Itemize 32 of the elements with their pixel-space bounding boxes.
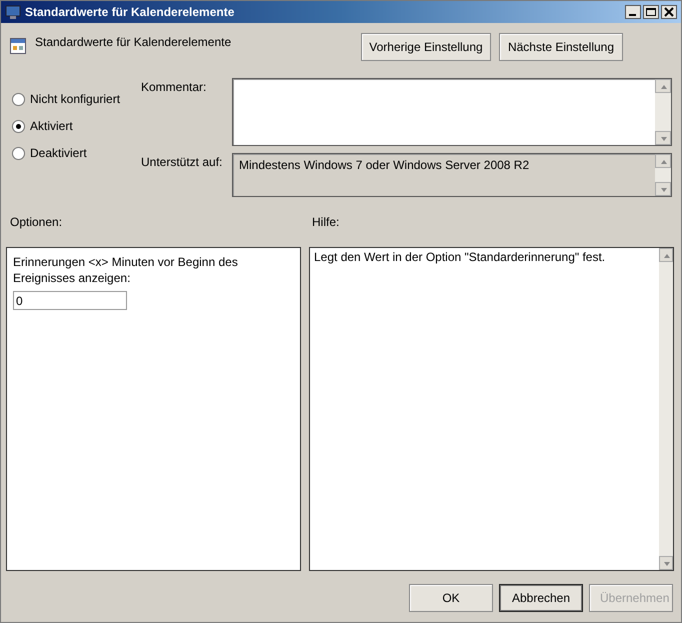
minutes-input[interactable]: 0 [13,291,127,310]
scrollbar[interactable] [655,79,671,145]
field-label: Kommentar: [141,79,208,94]
option-description: Erinnerungen <x> Minuten vor Beginn des Ereignisses anzeigen: [13,254,239,286]
supported-text: Mindestens Windows 7 oder Windows Server 2008 R2 [239,158,530,172]
radio-option[interactable]: Aktiviert [12,119,141,133]
scrollbar[interactable] [659,248,673,570]
scroll-down-icon[interactable] [655,131,671,145]
window-title: Standardwerte für Kalenderelemente [25,5,236,19]
scrollbar[interactable] [655,154,671,196]
scroll-up-icon[interactable] [655,79,671,93]
section-label: Optionen: [9,215,64,229]
help-text: Legt den Wert in der Option "Standarderinnerung" fest. [314,250,606,264]
monitor-icon [5,4,21,20]
setting-name: Standardwerte für Kalenderelemente [35,35,232,49]
calendar-icon [9,37,27,55]
field-label: Unterstützt auf: [141,154,224,169]
nav-button[interactable]: Nächste Einstellung [499,33,623,61]
maximize-icon[interactable] [643,5,659,19]
dialog-button[interactable]: OK [409,584,493,612]
scroll-down-icon[interactable] [655,182,671,196]
radio-option[interactable]: Nicht konfiguriert [12,92,141,106]
scroll-down-icon[interactable] [659,556,673,570]
nav-button[interactable]: Vorherige Einstellung [361,33,491,61]
scroll-up-icon[interactable] [655,154,671,168]
radio-option[interactable]: Deaktiviert [12,146,141,160]
scroll-up-icon[interactable] [659,248,673,262]
section-label: Hilfe: [312,215,340,229]
comment-field[interactable] [232,78,672,146]
dialog-button[interactable]: Abbrechen [499,584,583,612]
minimize-icon[interactable] [625,5,641,19]
close-icon[interactable] [661,5,677,19]
